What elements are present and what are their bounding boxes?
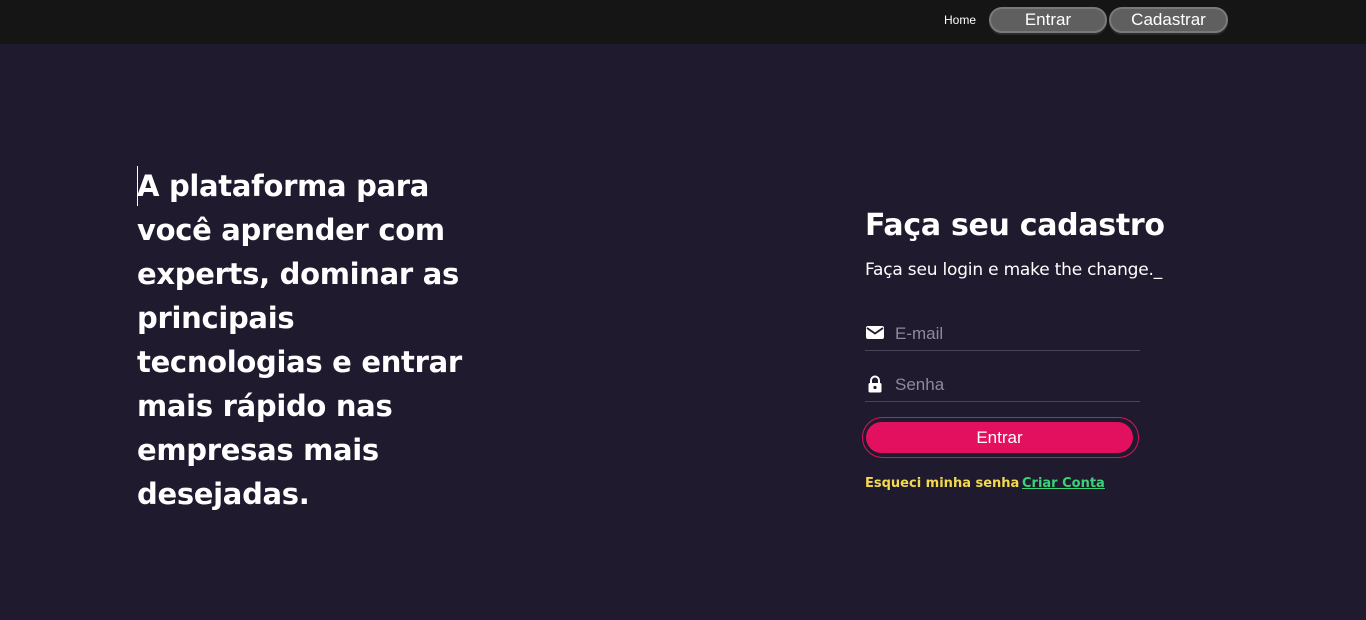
forgot-password-link[interactable]: Esqueci minha senha bbox=[865, 476, 1019, 491]
form-title: Faça seu cadastro bbox=[865, 208, 1165, 243]
password-field bbox=[865, 371, 1140, 402]
top-navbar: Home Entrar Cadastrar bbox=[0, 0, 1366, 44]
hero-headline: A plataforma para você aprender com expe… bbox=[137, 169, 462, 511]
form-subtitle: Faça seu login e make the change._ bbox=[865, 260, 1163, 280]
password-input[interactable] bbox=[895, 371, 1135, 399]
nav-login-button[interactable]: Entrar bbox=[989, 7, 1107, 33]
lock-icon bbox=[865, 374, 885, 394]
nav-home-link[interactable]: Home bbox=[944, 13, 976, 27]
submit-button[interactable]: Entrar bbox=[866, 422, 1133, 453]
nav-signup-button[interactable]: Cadastrar bbox=[1109, 7, 1228, 33]
email-input[interactable] bbox=[895, 320, 1135, 348]
email-field bbox=[865, 320, 1140, 351]
create-account-link[interactable]: Criar Conta bbox=[1022, 476, 1105, 491]
mail-icon bbox=[865, 323, 885, 343]
